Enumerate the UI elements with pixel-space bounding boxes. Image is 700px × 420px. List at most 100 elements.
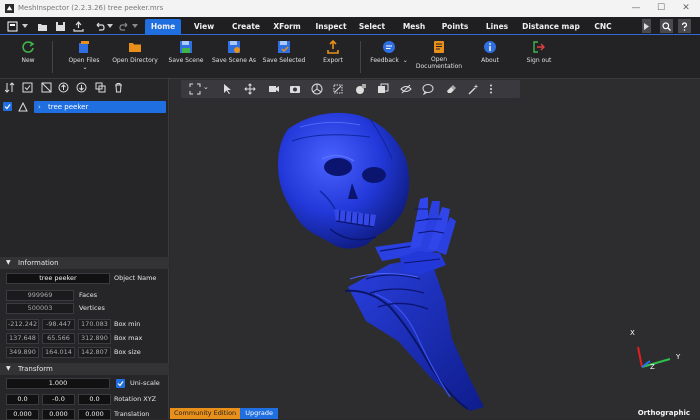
move-down-icon[interactable] — [76, 82, 87, 93]
box-min-label: Box min — [114, 320, 141, 328]
redo-dropdown-icon[interactable] — [129, 20, 141, 32]
mesh-object-icon — [18, 102, 28, 112]
tab-select[interactable]: Select — [355, 19, 389, 35]
axis-y-label: Y — [676, 353, 681, 361]
chevron-down-icon: ▼ — [6, 259, 11, 266]
open-documentation-label-line2: Documentation — [415, 62, 463, 70]
export-button[interactable]: Export — [318, 38, 348, 76]
new-label: New — [21, 57, 35, 64]
save-scene-label: Save Scene — [168, 57, 204, 64]
tab-distance-map[interactable]: Distance map — [518, 19, 584, 35]
delete-icon[interactable] — [113, 82, 124, 93]
new-button[interactable]: New — [12, 38, 44, 76]
tab-lines[interactable]: Lines — [482, 19, 512, 35]
sign-out-label: Sign out — [526, 57, 552, 64]
save-selected-button[interactable]: Save Selected — [261, 38, 307, 76]
info-icon — [484, 41, 496, 53]
save-selected-icon — [278, 41, 290, 53]
translation-x-field[interactable]: 0.000 — [6, 409, 39, 420]
open-files-dropdown-icon: ⌄ — [82, 64, 88, 71]
dropdown-arrow-icon[interactable] — [19, 20, 31, 32]
check-icon — [117, 381, 124, 387]
select-all-icon[interactable] — [22, 82, 33, 93]
rotation-y-field[interactable]: -0.0 — [42, 394, 75, 405]
feedback-button[interactable]: Feedback ⌄ — [368, 38, 410, 76]
open-files-button[interactable]: Open Files ⌄ — [64, 38, 104, 76]
object-name-label: Object Name — [114, 274, 157, 282]
upgrade-button[interactable]: Upgrade — [240, 408, 278, 419]
chevron-down-icon: ▼ — [6, 365, 11, 372]
tree-item-selected-row[interactable]: › tree peeker — [34, 101, 166, 113]
quick-export-icon[interactable] — [72, 20, 84, 32]
visibility-checkbox[interactable] — [3, 102, 12, 111]
edition-banner: Community Edition Upgrade — [170, 408, 278, 419]
translation-z-field[interactable]: 0.000 — [78, 409, 111, 420]
menu-bar: Home View Create XForm Inspect Select Me… — [0, 17, 700, 35]
vertices-field: 500003 — [6, 303, 74, 314]
projection-label[interactable]: Orthographic — [638, 409, 690, 417]
axis-z-label: Z — [650, 363, 655, 371]
translation-y-field[interactable]: 0.000 — [42, 409, 75, 420]
tabs-scroll-button[interactable] — [642, 19, 651, 33]
app-menu-icon[interactable] — [6, 20, 18, 32]
3d-viewport[interactable]: ⌄ X Y Z Community Edition Upgrade Orthog… — [170, 79, 700, 419]
ribbon-separator — [52, 41, 53, 73]
sign-out-button[interactable]: Sign out — [522, 38, 556, 76]
scale-field[interactable]: 1.000 — [6, 378, 110, 389]
open-directory-label: Open Directory — [112, 57, 158, 64]
axis-x-label: X — [630, 329, 635, 337]
rotation-z-field[interactable]: 0.0 — [78, 394, 111, 405]
tab-home[interactable]: Home — [145, 19, 181, 35]
open-documentation-button[interactable]: Open Documentation — [414, 38, 464, 76]
export-label: Export — [323, 57, 343, 64]
open-directory-button[interactable]: Open Directory — [112, 38, 158, 76]
mesh-model[interactable] — [170, 79, 700, 419]
save-scene-button[interactable]: Save Scene — [166, 38, 206, 76]
save-scene-as-label: Save Scene As — [211, 57, 257, 64]
tab-inspect[interactable]: Inspect — [312, 19, 350, 35]
about-button[interactable]: About — [474, 38, 506, 76]
box-size-x-field: 349.890 — [6, 347, 39, 358]
box-min-y-field: -98.447 — [42, 319, 75, 330]
folder-icon — [129, 43, 141, 52]
feedback-dropdown-icon: ⌄ — [402, 57, 408, 64]
box-max-label: Box max — [114, 334, 143, 342]
group-icon[interactable] — [95, 82, 106, 93]
tab-cnc[interactable]: CNC — [590, 19, 616, 35]
tab-mesh[interactable]: Mesh — [398, 19, 430, 35]
deselect-icon[interactable] — [41, 82, 52, 93]
transform-section-header[interactable]: ▼ Transform — [0, 363, 169, 375]
uniscale-checkbox[interactable] — [116, 379, 125, 388]
chevron-right-icon[interactable]: › — [38, 101, 41, 113]
transform-header-label: Transform — [18, 365, 53, 373]
new-icon — [22, 41, 35, 53]
maximize-button[interactable]: ☐ — [650, 2, 672, 15]
scene-tree-item[interactable]: › tree peeker — [3, 101, 166, 113]
information-header-label: Information — [18, 259, 59, 267]
object-name-field[interactable]: tree peeker — [6, 273, 110, 284]
sort-icon[interactable] — [5, 82, 16, 93]
help-icon[interactable] — [678, 19, 691, 33]
tab-view[interactable]: View — [190, 19, 218, 35]
box-size-z-field: 142.807 — [78, 347, 111, 358]
scene-sidebar: › tree peeker ▼ Information tree peeker … — [0, 79, 169, 420]
box-size-label: Box size — [114, 348, 141, 356]
tab-points[interactable]: Points — [437, 19, 473, 35]
minimize-button[interactable]: — — [625, 2, 647, 15]
information-section-header[interactable]: ▼ Information — [0, 257, 169, 269]
undo-dropdown-icon[interactable] — [104, 20, 116, 32]
sign-out-icon — [533, 41, 545, 53]
rotation-x-field[interactable]: 0.0 — [6, 394, 39, 405]
tab-xform[interactable]: XForm — [270, 19, 304, 35]
search-icon[interactable] — [660, 19, 673, 33]
edition-label: Community Edition — [170, 408, 241, 419]
tab-create[interactable]: Create — [228, 19, 264, 35]
tree-item-label: tree peeker — [48, 103, 89, 111]
save-scene-as-button[interactable]: Save Scene As — [211, 38, 257, 76]
quick-save-icon[interactable] — [54, 20, 66, 32]
quick-open-icon[interactable] — [36, 20, 48, 32]
move-up-icon[interactable] — [58, 82, 69, 93]
feedback-icon — [383, 41, 395, 53]
close-button[interactable]: ✕ — [675, 2, 697, 15]
title-bar: MeshInspector (2.2.3.26) tree peeker.mrs… — [0, 0, 700, 17]
